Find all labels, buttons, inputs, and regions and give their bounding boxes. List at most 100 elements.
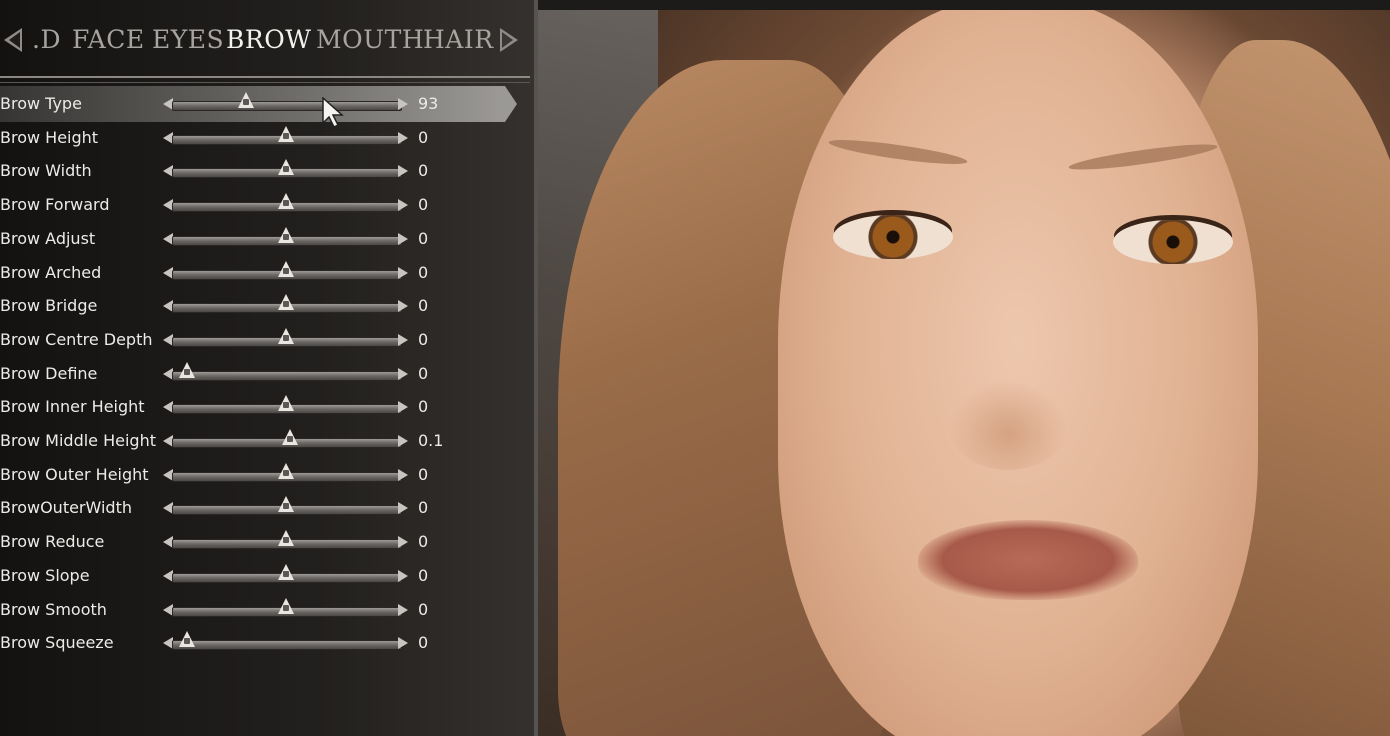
tab-hair[interactable]: HAIR [423,18,494,62]
slider-row[interactable]: Brow Define 0 [0,358,530,392]
tab-mouth[interactable]: MOUTH [316,18,424,62]
slider-row[interactable]: Brow Outer Height 0 [0,459,530,493]
category-tabs: .D FACE EYES BROW MOUTH HAIR [0,18,534,62]
slider-increase-arrow-icon[interactable] [398,435,408,447]
slider-label: Brow Width [0,161,92,181]
slider-value: 0 [418,565,429,585]
slider-label: Brow Squeeze [0,633,114,653]
character-preview-viewport[interactable] [538,0,1390,736]
slider-label: Brow Arched [0,262,102,282]
slider-value: 0 [418,228,429,248]
lips [918,520,1138,600]
slider-value: 0 [418,633,429,653]
slider-value: 0 [418,161,429,181]
slider-value: 0 [418,262,429,282]
slider-thumb[interactable] [278,159,294,176]
slider-label: Brow Centre Depth [0,329,153,349]
slider-label: Brow Define [0,363,98,383]
slider-row[interactable]: Brow Width 0 [0,155,530,189]
tab-brow[interactable]: BROW [226,18,311,62]
slider-thumb[interactable] [282,429,299,445]
slider-row[interactable]: Brow Bridge 0 [0,290,530,324]
slider-label: Brow Forward [0,195,110,215]
slider-track[interactable] [172,640,402,651]
slider-row[interactable]: Brow Slope 0 [0,560,530,594]
slider-increase-arrow-icon[interactable] [398,367,408,380]
slider-value: 0 [418,195,429,215]
slider-increase-arrow-icon[interactable] [398,536,408,549]
slider-thumb[interactable] [179,361,195,378]
slider-label: Brow Adjust [0,228,96,248]
slider-label: Brow Inner Height [0,397,145,417]
slider-value: 0.1 [418,431,444,450]
slider-value: 0 [418,532,429,552]
slider-row[interactable]: Brow Forward 0 [0,189,530,223]
slider-thumb[interactable] [278,294,294,311]
slider-value: 93 [418,94,439,113]
tab-next-arrow-icon[interactable] [500,28,518,52]
slider-increase-arrow-icon[interactable] [398,333,408,346]
tab-head[interactable]: .D [32,18,61,62]
slider-value: 0 [418,329,429,349]
slider-thumb[interactable] [278,395,294,412]
slider-row[interactable]: BrowOuterWidth 0 [0,492,530,526]
slider-thumb[interactable] [278,530,294,547]
slider-value: 0 [418,498,429,518]
slider-row[interactable]: Brow Type 93 [0,86,530,122]
slider-label: Brow Slope [0,565,90,585]
slider-label: Brow Reduce [0,532,105,552]
slider-value: 0 [418,363,429,383]
character-face [778,0,1258,736]
nose [948,380,1068,470]
slider-increase-arrow-icon[interactable] [398,300,408,313]
slider-row[interactable]: Brow Height 0 [0,122,530,156]
slider-track[interactable] [172,101,402,111]
slider-thumb[interactable] [278,462,294,479]
slider-increase-arrow-icon[interactable] [398,266,408,279]
slider-thumb[interactable] [278,563,294,580]
slider-thumb[interactable] [278,327,294,344]
tab-prev-arrow-icon[interactable] [4,28,22,52]
slider-label: Brow Bridge [0,296,98,316]
slider-value: 0 [418,296,429,316]
slider-increase-arrow-icon[interactable] [398,603,408,616]
slider-row[interactable]: Brow Middle Height 0.1 [0,425,530,459]
slider-thumb[interactable] [278,597,294,614]
slider-thumb[interactable] [238,92,255,108]
tab-face[interactable]: FACE [72,18,145,62]
slider-increase-arrow-icon[interactable] [398,131,408,144]
slider-row[interactable]: Brow Smooth 0 [0,594,530,628]
slider-row[interactable]: Brow Adjust 0 [0,223,530,257]
slider-label: Brow Height [0,127,99,147]
slider-label: Brow Smooth [0,599,107,619]
slider-row[interactable]: Brow Centre Depth 0 [0,324,530,358]
slider-increase-arrow-icon[interactable] [398,401,408,414]
slider-row[interactable]: Brow Squeeze 0 [0,627,530,661]
slider-increase-arrow-icon[interactable] [398,502,408,515]
slider-value: 0 [418,464,429,484]
slider-thumb[interactable] [278,260,294,277]
slider-row[interactable]: Brow Reduce 0 [0,526,530,560]
slider-thumb[interactable] [278,496,294,513]
slider-row[interactable]: Brow Arched 0 [0,257,530,291]
tab-eyes[interactable]: EYES [152,18,224,62]
slider-thumb[interactable] [179,631,195,648]
slider-row[interactable]: Brow Inner Height 0 [0,391,530,425]
slider-value: 0 [418,397,429,417]
slider-thumb[interactable] [278,193,294,210]
slider-thumb[interactable] [278,125,294,142]
slider-label: Brow Middle Height [0,431,156,450]
right-eye [1113,220,1233,264]
sculpt-panel: .D FACE EYES BROW MOUTH HAIR Brow Type 93… [0,0,537,736]
slider-track[interactable] [172,370,402,381]
slider-increase-arrow-icon[interactable] [398,232,408,245]
slider-thumb[interactable] [278,226,294,243]
left-eye [833,215,953,259]
slider-increase-arrow-icon[interactable] [398,569,408,582]
slider-increase-arrow-icon[interactable] [398,637,408,650]
slider-increase-arrow-icon[interactable] [398,98,408,110]
slider-increase-arrow-icon[interactable] [398,165,408,178]
slider-increase-arrow-icon[interactable] [398,199,408,212]
slider-increase-arrow-icon[interactable] [398,468,408,481]
slider-label: Brow Outer Height [0,464,149,484]
